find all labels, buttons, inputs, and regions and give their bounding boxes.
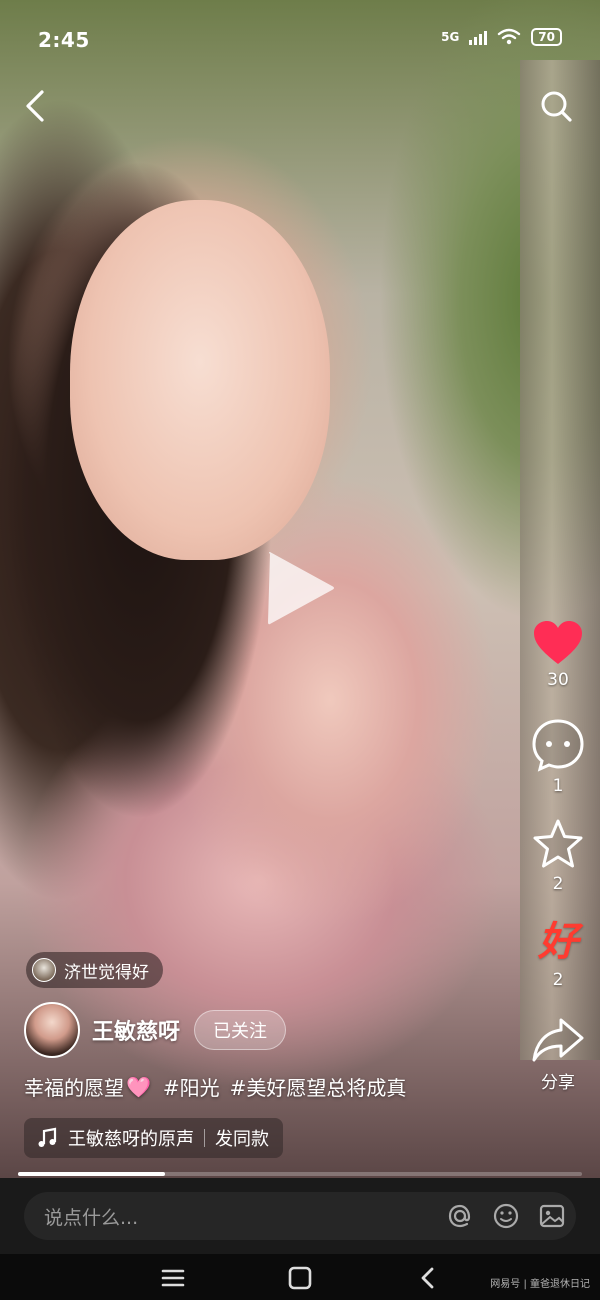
at-mention-icon[interactable] [446, 1202, 474, 1230]
status-time: 2:45 [38, 28, 90, 52]
music-title[interactable]: 王敏慈呀的原声 [68, 1125, 194, 1151]
comment-placeholder: 说点什么... [44, 1206, 139, 1229]
back-icon[interactable] [22, 88, 50, 124]
share-label: 分享 [541, 1073, 575, 1093]
video-progress-fill [18, 1172, 165, 1176]
comment-tools [446, 1202, 566, 1230]
friend-liked-tag[interactable]: 济世觉得好 [26, 952, 163, 988]
share-arrow-icon[interactable] [531, 1016, 585, 1064]
battery-indicator: 70 [531, 28, 562, 46]
like-action[interactable]: 30 [532, 620, 584, 690]
author-row: 王敏慈呀 已关注 [24, 1002, 287, 1058]
image-icon[interactable] [538, 1202, 566, 1230]
favorite-count: 2 [552, 874, 564, 894]
comment-count: 1 [552, 776, 564, 796]
caption-text: 幸福的愿望 [24, 1076, 124, 1100]
music-row[interactable]: 王敏慈呀的原声 发同款 [24, 1118, 283, 1158]
like-count: 30 [547, 670, 569, 690]
emoji-icon[interactable] [492, 1202, 520, 1230]
share-action[interactable]: 分享 [531, 1016, 585, 1093]
status-bar: 2:45 5G 70 [0, 0, 600, 80]
good-count: 2 [552, 970, 564, 990]
author-avatar[interactable] [24, 1002, 80, 1058]
music-divider [204, 1129, 205, 1147]
nav-back-icon[interactable] [415, 1266, 441, 1290]
comment-bubble-icon[interactable] [531, 718, 585, 772]
good-action[interactable]: 好 2 [538, 918, 578, 990]
good-label[interactable]: 好 [538, 918, 578, 966]
pink-heart-icon: 🩷 [126, 1074, 151, 1099]
video-caption: 幸福的愿望 🩷 #阳光 #美好愿望总将成真 [24, 1072, 406, 1101]
menu-icon[interactable] [160, 1266, 186, 1290]
watermark: 网易号 | 童爸退休日记 [490, 1279, 590, 1290]
system-nav-bar: 网易号 | 童爸退休日记 [0, 1254, 600, 1300]
star-icon[interactable] [531, 818, 585, 870]
author-name[interactable]: 王敏慈呀 [92, 1014, 180, 1046]
video-frame-face [70, 200, 330, 560]
video-progress-bar[interactable] [18, 1172, 582, 1176]
use-sound-button[interactable]: 发同款 [215, 1125, 269, 1151]
favorite-action[interactable]: 2 [531, 818, 585, 894]
network-type: 5G [441, 30, 460, 44]
comment-bar: 说点什么... [0, 1178, 600, 1254]
home-square-icon[interactable] [287, 1266, 313, 1290]
play-icon[interactable] [262, 548, 338, 628]
friend-liked-text: 济世觉得好 [64, 962, 149, 983]
friend-avatar [32, 958, 56, 982]
follow-button[interactable]: 已关注 [194, 1010, 287, 1050]
search-icon[interactable] [538, 88, 574, 124]
status-indicators: 5G 70 [441, 28, 562, 46]
comment-action[interactable]: 1 [531, 718, 585, 796]
hashtag-sunshine[interactable]: #阳光 [163, 1072, 220, 1101]
hashtag-wish[interactable]: #美好愿望总将成真 [230, 1072, 407, 1101]
wifi-icon [498, 28, 521, 45]
signal-icon [469, 29, 488, 45]
heart-icon[interactable] [532, 620, 584, 666]
music-note-icon [38, 1127, 57, 1147]
action-rail: 30 1 2 好 2 分享 [522, 620, 594, 1111]
